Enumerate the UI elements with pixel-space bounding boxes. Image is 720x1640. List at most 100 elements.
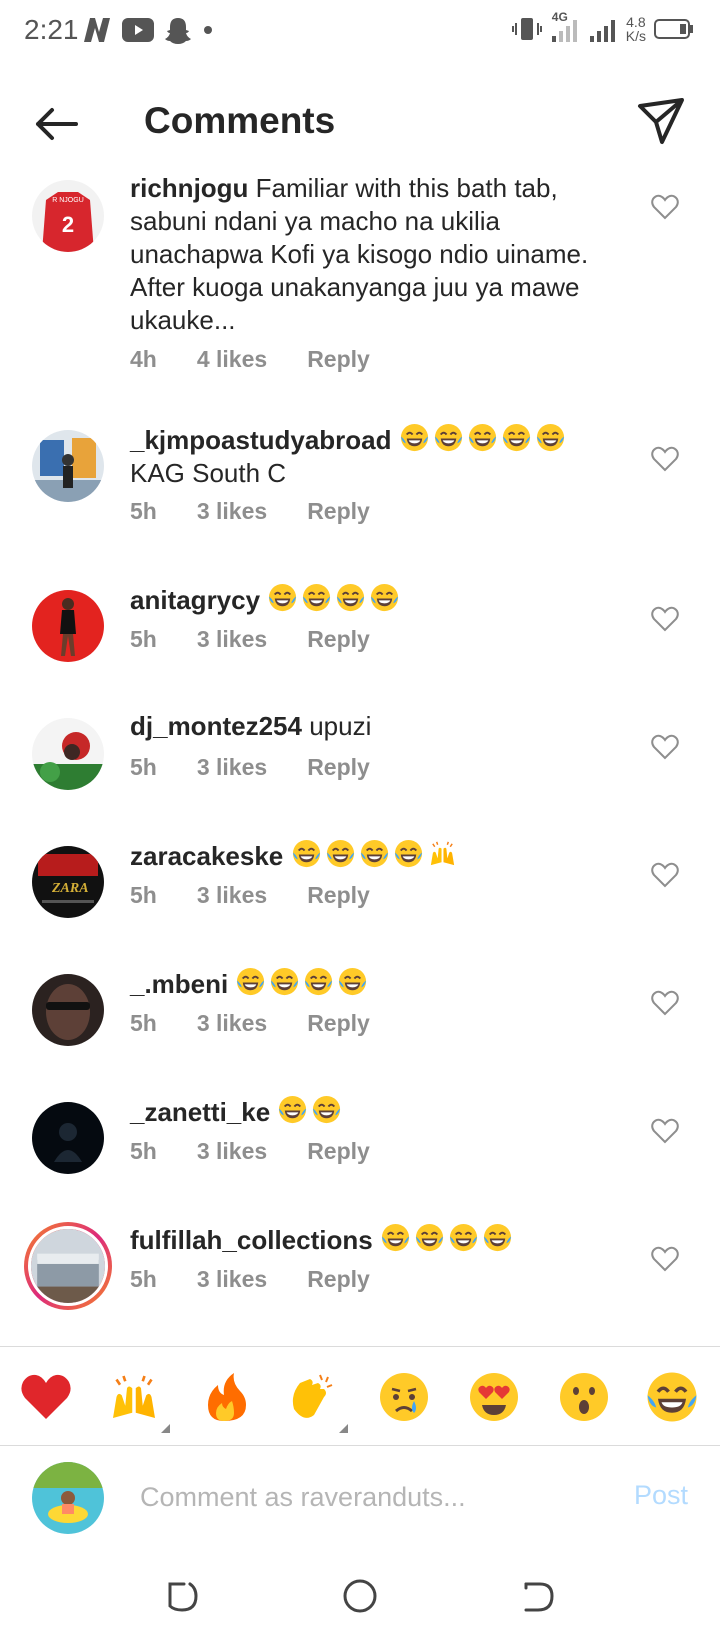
tears-of-joy-icon (291, 838, 322, 869)
comment-username[interactable]: fulfillah_collections (130, 1225, 373, 1255)
comment-body: fulfillah_collections (130, 1222, 630, 1257)
comment-likes[interactable]: 3 likes (197, 754, 267, 781)
vibrate-icon (511, 18, 542, 40)
status-bar: 2:21 4G 4.8 K/s (0, 0, 720, 66)
tears-of-joy-icon (501, 422, 532, 453)
comment-meta: 4h 4 likes Reply (130, 346, 410, 373)
tears-of-joy-icon (311, 1094, 342, 1125)
reply-button[interactable]: Reply (307, 754, 370, 781)
reply-button[interactable]: Reply (307, 498, 370, 525)
tears-of-joy-icon[interactable] (644, 1369, 700, 1425)
tears-of-joy-icon (269, 966, 300, 997)
comment-likes[interactable]: 3 likes (197, 1010, 267, 1037)
comment-meta: 5h 3 likes Reply (130, 882, 410, 909)
reply-button[interactable]: Reply (307, 1266, 370, 1293)
comment-meta: 5h 3 likes Reply (130, 754, 410, 781)
crying-face-icon[interactable] (376, 1369, 432, 1425)
comment-username[interactable]: richnjogu (130, 173, 248, 203)
avatar-story-ring[interactable] (24, 1222, 112, 1310)
comment-item: _kjmpoastudyabroad KAG South C 5h 3 like… (0, 418, 720, 548)
tears-of-joy-icon (267, 582, 298, 613)
raised-hands-reaction[interactable] (106, 1369, 170, 1433)
laughing-emoji-group (291, 841, 461, 871)
comment-item: anitagrycy 5h 3 likes Reply (0, 578, 720, 688)
comment-composer: Post (0, 1448, 720, 1548)
comment-meta: 5h 3 likes Reply (130, 498, 410, 525)
heart-outline-icon[interactable] (650, 988, 680, 1018)
comment-time: 5h (130, 1138, 157, 1164)
comment-likes[interactable]: 3 likes (197, 1266, 267, 1293)
comment-username[interactable]: anitagrycy (130, 585, 260, 615)
laughing-emoji-group (277, 1097, 345, 1127)
quick-reaction-bar (0, 1346, 720, 1446)
comment-username[interactable]: _kjmpoastudyabroad (130, 425, 392, 455)
avatar-jersey-name: R NJOGU (52, 197, 84, 204)
comment-username[interactable]: _.mbeni (130, 969, 228, 999)
reply-button[interactable]: Reply (307, 346, 370, 373)
heart-outline-icon[interactable] (650, 604, 680, 634)
recent-apps-icon[interactable] (160, 1574, 204, 1618)
heart-outline-icon[interactable] (650, 860, 680, 890)
avatar[interactable]: ZARA (32, 846, 104, 918)
comment-item: dj_montez254 upuzi 5h 3 likes Reply (0, 706, 720, 816)
tears-of-joy-icon (535, 422, 566, 453)
reply-button[interactable]: Reply (307, 1010, 370, 1037)
comment-input[interactable] (140, 1474, 600, 1520)
heart-outline-icon[interactable] (650, 1244, 680, 1274)
home-icon[interactable] (338, 1574, 382, 1618)
avatar[interactable] (32, 1102, 104, 1174)
laughing-emoji-group (267, 585, 403, 615)
comment-username[interactable]: dj_montez254 (130, 711, 302, 741)
comment-body: _kjmpoastudyabroad KAG South C (130, 422, 630, 490)
comment-meta: 5h 3 likes Reply (130, 1266, 410, 1293)
reply-button[interactable]: Reply (307, 1138, 370, 1165)
n-app-icon (84, 18, 110, 42)
comment-username[interactable]: _zanetti_ke (130, 1097, 270, 1127)
comment-likes[interactable]: 3 likes (197, 626, 267, 653)
surprised-face-icon[interactable] (556, 1369, 612, 1425)
tears-of-joy-icon (482, 1222, 513, 1253)
speed-unit: K/s (625, 28, 646, 44)
comment-likes[interactable]: 3 likes (197, 1138, 267, 1165)
battery-icon (654, 19, 693, 39)
avatar[interactable] (32, 718, 104, 790)
heart-outline-icon[interactable] (650, 192, 680, 222)
comments-list[interactable]: R NJOGU 2 richnjogu Familiar with this b… (0, 168, 720, 1348)
comment-likes[interactable]: 3 likes (197, 498, 267, 525)
direct-share-icon[interactable] (632, 92, 688, 148)
heart-eyes-icon[interactable] (466, 1369, 522, 1425)
comments-header: Comments (0, 80, 720, 164)
comment-time: 4h (130, 346, 157, 372)
heart-outline-icon[interactable] (650, 1116, 680, 1146)
network-speed: 4.8 K/s (626, 15, 646, 43)
comment-time: 5h (130, 1266, 157, 1292)
comment-item: ZARA zaracakeske 5h 3 likes Reply (0, 834, 720, 944)
tears-of-joy-icon (325, 838, 356, 869)
avatar[interactable] (32, 974, 104, 1046)
my-avatar (32, 1462, 104, 1534)
back-arrow-icon[interactable] (28, 96, 84, 152)
avatar[interactable] (32, 430, 104, 502)
comment-likes[interactable]: 3 likes (197, 882, 267, 909)
clapping-hands-reaction[interactable] (284, 1369, 348, 1433)
comment-body: zaracakeske (130, 838, 630, 873)
fire-icon[interactable] (196, 1369, 252, 1425)
comment-body: richnjogu Familiar with this bath tab, s… (130, 172, 630, 337)
comment-item: R NJOGU 2 richnjogu Familiar with this b… (0, 168, 720, 398)
avatar[interactable]: R NJOGU 2 (32, 180, 104, 252)
back-nav-icon[interactable] (516, 1574, 560, 1618)
comment-likes[interactable]: 4 likes (197, 346, 267, 373)
tears-of-joy-icon (369, 582, 400, 613)
tears-of-joy-icon (235, 966, 266, 997)
heart-outline-icon[interactable] (650, 444, 680, 474)
reply-button[interactable]: Reply (307, 626, 370, 653)
post-button[interactable]: Post (634, 1480, 688, 1511)
comment-username[interactable]: zaracakeske (130, 841, 283, 871)
clapping-hands-icon (292, 1374, 333, 1418)
reply-button[interactable]: Reply (307, 882, 370, 909)
avatar[interactable] (32, 590, 104, 662)
heart-outline-icon[interactable] (650, 732, 680, 762)
red-heart-icon[interactable] (18, 1369, 74, 1425)
comment-body: dj_montez254 upuzi (130, 710, 630, 743)
dot-icon (204, 26, 212, 34)
